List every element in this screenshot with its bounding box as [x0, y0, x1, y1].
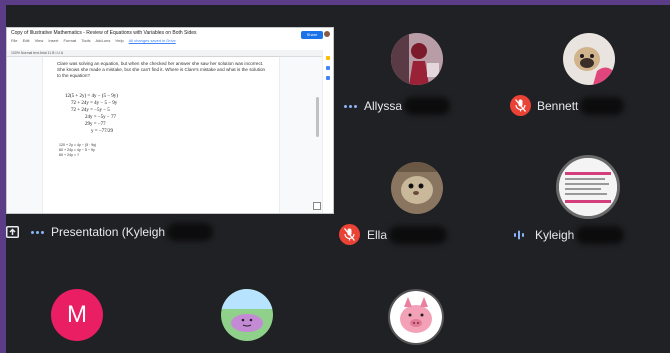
redacted-name [576, 226, 625, 244]
mic-off-icon [510, 95, 531, 116]
share-button[interactable]: Share [301, 31, 323, 39]
doc-titlebar: Copy of Illustrative Mathematics - Revie… [7, 28, 333, 51]
mic-off-icon [339, 224, 360, 245]
doc-title: Copy of Illustrative Mathematics - Revie… [11, 30, 197, 36]
calendar-icon[interactable] [326, 76, 330, 80]
expand-icon[interactable] [313, 202, 321, 210]
participant-avatar-speaking [556, 155, 620, 219]
participant-avatar [563, 33, 615, 85]
menu-edit[interactable]: Edit [23, 38, 30, 43]
handwritten-notes: 120 + 2y = 4y − (5 · 9y) 60 + 24y = 4y −… [59, 143, 96, 158]
side-panel [322, 50, 333, 213]
equation-line: 24y = −5y − 77 [85, 115, 116, 120]
meeting-grid: Copy of Illustrative Mathematics - Revie… [6, 5, 670, 353]
redacted-name [580, 97, 625, 115]
tasks-icon[interactable] [326, 66, 330, 70]
menu-insert[interactable]: Insert [48, 38, 58, 43]
participant-avatar [391, 162, 443, 214]
participant-name: Ella [367, 228, 388, 242]
participant-avatar [391, 33, 443, 85]
participant-avatar [221, 289, 273, 341]
audio-level-icon [514, 230, 524, 240]
participant-name: Allyssa [364, 99, 403, 113]
doc-toolbar[interactable]: 100% Normal text Arial 11 B I U A [7, 50, 333, 57]
participant-name: Bennett [537, 99, 579, 113]
menu-format[interactable]: Format [63, 38, 76, 43]
present-screen-icon [6, 226, 19, 238]
equation-line: 12(5 + 2y) = 4y − (5 − 9y) [65, 94, 118, 99]
participant-label-kyleigh: Kyleigh [513, 226, 625, 244]
participant-label-bennett: Bennett [537, 97, 625, 115]
redacted-name [389, 226, 448, 244]
menu-view[interactable]: View [35, 38, 44, 43]
participant-label-ella: Ella [367, 226, 448, 244]
problem-prompt: Clare was solving an equation, but when … [57, 61, 266, 78]
menu-file[interactable]: File [11, 38, 17, 43]
presentation-label: Presentation (Kyleigh [6, 223, 214, 241]
keep-icon[interactable] [326, 56, 330, 60]
equation-line: 72 + 24y = 4y − 5 − 9y [71, 101, 118, 106]
menu-help[interactable]: Help [115, 38, 123, 43]
account-avatar[interactable] [324, 31, 330, 37]
equation-line: 29y = −77 [85, 122, 106, 127]
equation-line: 72 + 24y = −5y − 5 [71, 108, 110, 113]
doc-menubar: File Edit View Insert Format Tools Add-o… [11, 38, 180, 43]
last-edit-link[interactable]: All changes saved in Drive [129, 38, 176, 43]
participant-name: Kyleigh [535, 228, 575, 242]
avatar-initial: M [67, 301, 87, 328]
presentation-tile[interactable]: Copy of Illustrative Mathematics - Revie… [6, 27, 334, 214]
doc-scrollbar[interactable] [316, 97, 319, 137]
note-line: 60 + 24y = ? [59, 153, 79, 157]
doc-canvas: Clare was solving an equation, but when … [7, 57, 333, 213]
participant-label-allyssa: Allyssa [344, 97, 451, 115]
worked-equations: 12(5 + 2y) = 4y − (5 − 9y) 72 + 24y = 4y… [65, 93, 118, 135]
participant-initial-avatar: M [51, 289, 103, 341]
more-dots-icon[interactable] [344, 104, 357, 108]
redacted-name [404, 97, 451, 115]
equation-line: y = −77/29 [91, 129, 114, 134]
menu-tools[interactable]: Tools [81, 38, 90, 43]
menu-addons[interactable]: Add-ons [95, 38, 110, 43]
participant-avatar [388, 289, 444, 345]
doc-page: Clare was solving an equation, but when … [43, 57, 279, 213]
redacted-name [167, 223, 214, 241]
presentation-owner: Presentation (Kyleigh [51, 225, 166, 239]
more-dots-icon[interactable] [31, 230, 44, 234]
